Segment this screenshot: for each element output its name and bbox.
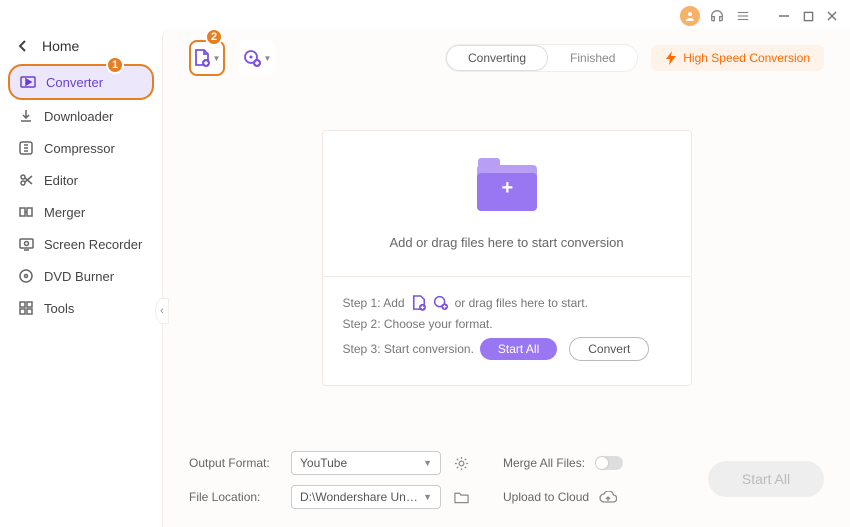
content-area: + Add or drag files here to start conver…: [163, 76, 850, 439]
sidebar-item-label: DVD Burner: [44, 269, 114, 284]
settings-gear-icon[interactable]: [451, 456, 471, 471]
home-label: Home: [42, 38, 79, 54]
sidebar-item-converter[interactable]: Converter 1: [8, 64, 154, 100]
status-tabs: Converting Finished: [445, 44, 638, 72]
window-close-icon[interactable]: [824, 8, 840, 24]
sidebar-item-label: Editor: [44, 173, 78, 188]
support-headset-icon[interactable]: [708, 7, 726, 25]
open-folder-icon[interactable]: [451, 491, 471, 504]
annotation-badge-2: 2: [205, 28, 223, 46]
drop-message: Add or drag files here to start conversi…: [343, 235, 671, 250]
step1-post: or drag files here to start.: [455, 296, 588, 310]
titlebar: [0, 0, 850, 28]
high-speed-badge[interactable]: High Speed Conversion: [651, 45, 824, 71]
step-1: Step 1: Add or drag files here to start.: [343, 295, 671, 311]
file-location-value: D:\Wondershare UniConverter 1: [300, 490, 420, 504]
sidebar-item-merger[interactable]: Merger: [8, 196, 154, 228]
main-panel: 2 ▼ ▼ Converting Finished H: [162, 28, 850, 527]
start-all-pill-button[interactable]: Start All: [480, 338, 557, 360]
drop-zone[interactable]: + Add or drag files here to start conver…: [322, 130, 692, 386]
sidebar-item-editor[interactable]: Editor: [8, 164, 154, 196]
merge-files-label: Merge All Files:: [503, 456, 585, 470]
convert-pill-button[interactable]: Convert: [569, 337, 649, 361]
add-file-mini-icon: [411, 295, 427, 311]
chevron-down-icon: ▼: [423, 458, 432, 468]
high-speed-label: High Speed Conversion: [683, 51, 810, 65]
output-format-select[interactable]: YouTube ▼: [291, 451, 441, 475]
step1-pre: Step 1: Add: [343, 296, 405, 310]
compress-icon: [18, 140, 34, 156]
drop-steps: Step 1: Add or drag files here to start.…: [323, 276, 691, 385]
sidebar-nav: Converter 1 Downloader Compressor Editor: [0, 64, 162, 324]
lightning-icon: [665, 51, 677, 65]
window-maximize-icon[interactable]: [800, 8, 816, 24]
start-all-button[interactable]: Start All: [708, 461, 824, 497]
drop-zone-top: + Add or drag files here to start conver…: [323, 131, 691, 276]
step-2: Step 2: Choose your format.: [343, 317, 671, 331]
screen-rec-icon: [18, 236, 34, 252]
sidebar-item-label: Downloader: [44, 109, 113, 124]
merge-files-toggle[interactable]: [595, 456, 623, 470]
add-file-icon: [194, 49, 210, 67]
sidebar-item-label: Tools: [44, 301, 74, 316]
scissors-icon: [18, 172, 34, 188]
chevron-down-icon: ▼: [423, 492, 432, 502]
output-format-value: YouTube: [300, 456, 347, 470]
output-format-label: Output Format:: [189, 456, 281, 470]
sidebar-item-compressor[interactable]: Compressor: [8, 132, 154, 164]
disc-icon: [18, 268, 34, 284]
sidebar-item-label: Screen Recorder: [44, 237, 142, 252]
footer: Output Format: YouTube ▼ Merge All Files…: [163, 439, 850, 527]
user-avatar-icon[interactable]: [680, 6, 700, 26]
sidebar-collapse-handle[interactable]: ‹: [155, 298, 169, 324]
step3-text: Step 3: Start conversion.: [343, 342, 474, 356]
tab-finished[interactable]: Finished: [548, 45, 637, 71]
cloud-upload-icon[interactable]: [599, 488, 617, 506]
app-window: Home Converter 1 Downloader Compressor: [0, 0, 850, 527]
add-dvd-mini-icon: [433, 295, 449, 311]
file-location-label: File Location:: [189, 490, 281, 504]
add-buttons-group: 2 ▼ ▼: [189, 40, 275, 76]
sidebar: Home Converter 1 Downloader Compressor: [0, 28, 162, 527]
sidebar-item-screen-recorder[interactable]: Screen Recorder: [8, 228, 154, 260]
app-body: Home Converter 1 Downloader Compressor: [0, 28, 850, 527]
chevron-down-icon: ▼: [213, 54, 221, 63]
menu-hamburger-icon[interactable]: [734, 7, 752, 25]
folder-plus-icon: +: [472, 159, 542, 211]
sidebar-item-tools[interactable]: Tools: [8, 292, 154, 324]
file-location-select[interactable]: D:\Wondershare UniConverter 1 ▼: [291, 485, 441, 509]
annotation-badge-1: 1: [106, 56, 124, 74]
merge-icon: [18, 204, 34, 220]
add-file-button[interactable]: ▼: [189, 40, 225, 76]
back-arrow-icon: [18, 39, 30, 53]
video-converter-icon: [20, 74, 36, 90]
add-dvd-button[interactable]: ▼: [239, 40, 275, 76]
sidebar-item-label: Merger: [44, 205, 85, 220]
step-3: Step 3: Start conversion. Start All Conv…: [343, 337, 671, 361]
sidebar-item-dvd-burner[interactable]: DVD Burner: [8, 260, 154, 292]
add-dvd-icon: [243, 49, 261, 67]
upload-cloud-label: Upload to Cloud: [503, 490, 589, 504]
tab-converting[interactable]: Converting: [446, 45, 548, 71]
chevron-down-icon: ▼: [264, 54, 272, 63]
sidebar-item-label: Compressor: [44, 141, 115, 156]
sidebar-item-downloader[interactable]: Downloader: [8, 100, 154, 132]
home-nav[interactable]: Home: [0, 34, 162, 64]
download-icon: [18, 108, 34, 124]
grid-icon: [18, 300, 34, 316]
toolbar: 2 ▼ ▼ Converting Finished H: [163, 28, 850, 76]
sidebar-item-label: Converter: [46, 75, 103, 90]
window-minimize-icon[interactable]: [776, 8, 792, 24]
